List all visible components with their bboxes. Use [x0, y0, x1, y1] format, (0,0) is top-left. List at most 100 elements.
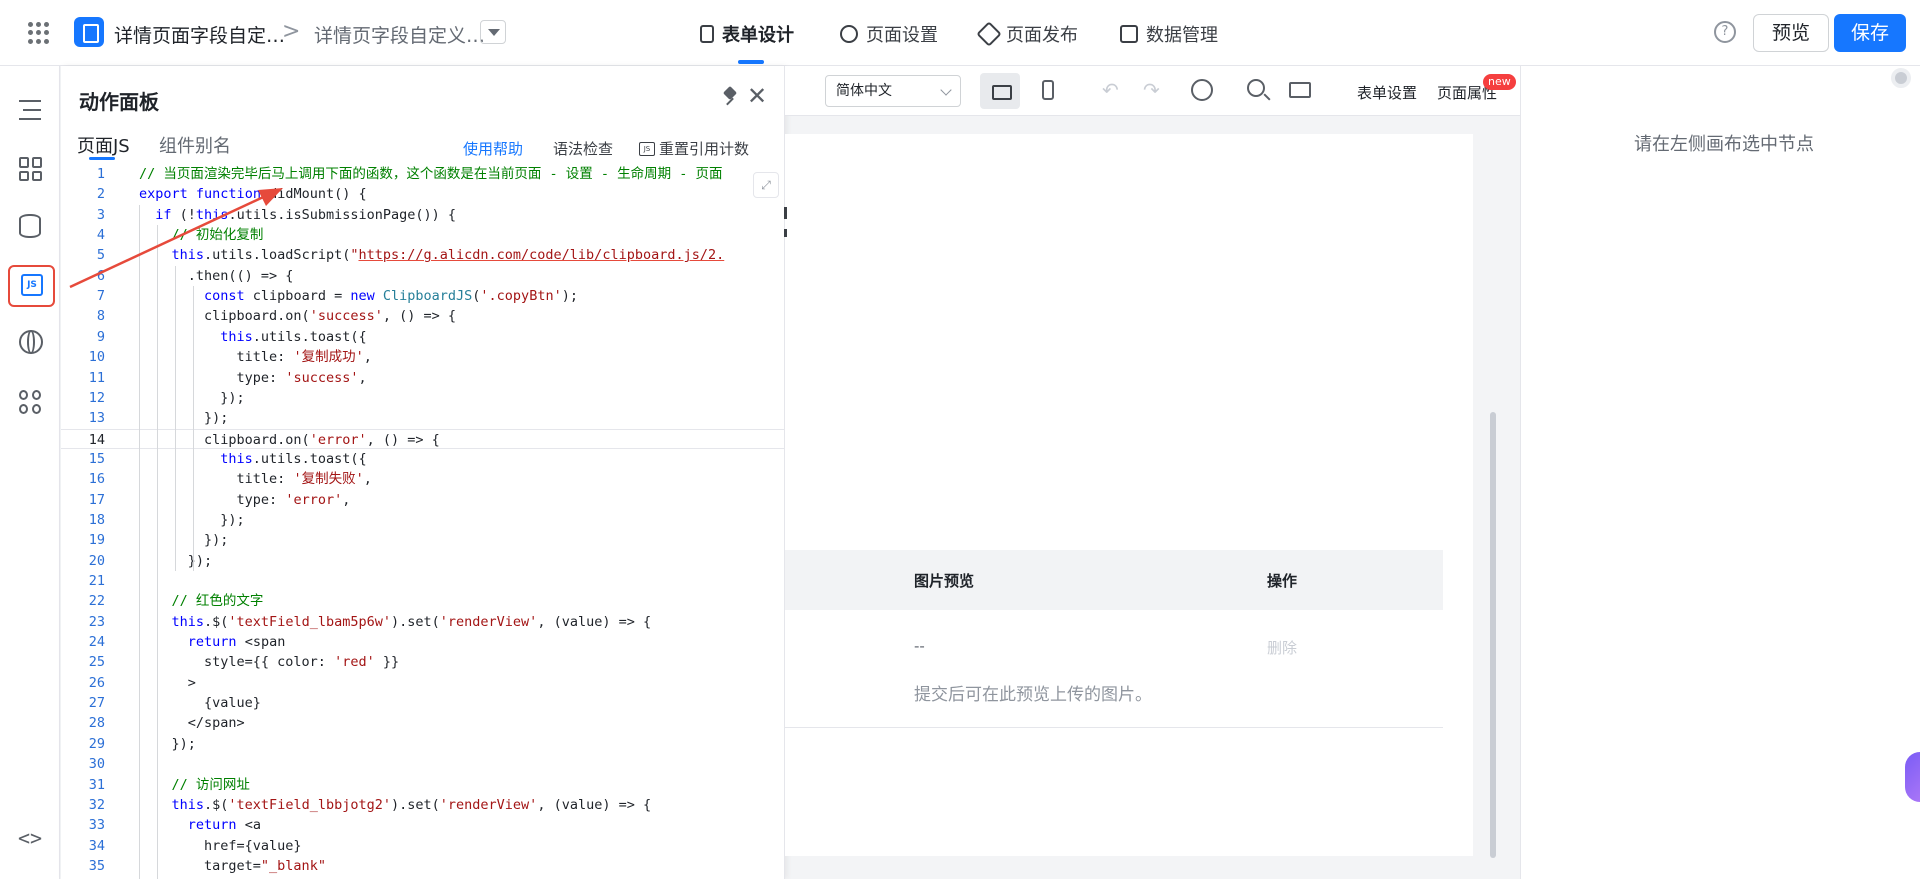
- tab-form-design[interactable]: 表单设计: [700, 21, 794, 47]
- line-number: 7: [96, 288, 105, 305]
- app-grid-icon[interactable]: [28, 22, 50, 44]
- line-number: 31: [88, 776, 105, 793]
- code-line[interactable]: 32 this.$('textField_lbbjotg2').set('ren…: [61, 795, 785, 815]
- history-icon[interactable]: [1191, 79, 1213, 101]
- code-line[interactable]: 34 href={value}: [61, 836, 785, 856]
- code-line[interactable]: 15 this.utils.toast({: [61, 449, 785, 469]
- line-number: 1: [96, 166, 105, 182]
- code-line[interactable]: 4 // 初始化复制: [61, 225, 785, 245]
- new-badge: new: [1483, 74, 1516, 90]
- clipped-text-fragment: [784, 229, 787, 237]
- code-line[interactable]: 28 </span>: [61, 713, 785, 733]
- code-text: target="_blank": [139, 857, 326, 874]
- code-line[interactable]: 24 return <span: [61, 632, 785, 652]
- code-line[interactable]: 12 });: [61, 388, 785, 408]
- code-line[interactable]: 9 this.utils.toast({: [61, 327, 785, 347]
- code-line[interactable]: 11 type: 'success',: [61, 368, 785, 388]
- floating-assistant-button[interactable]: [1905, 752, 1920, 802]
- tab-page-js[interactable]: 页面JS: [77, 132, 130, 158]
- breadcrumb-page[interactable]: 详情页字段自定义…: [314, 21, 485, 48]
- tab-component-alias[interactable]: 组件别名: [159, 132, 231, 158]
- code-text: >: [139, 674, 196, 691]
- line-number: 22: [88, 593, 105, 610]
- code-line[interactable]: 6 .then(() => {: [61, 266, 785, 286]
- code-text: const clipboard = new ClipboardJS('.copy…: [204, 288, 578, 305]
- code-line[interactable]: 21: [61, 571, 785, 591]
- form-settings-button[interactable]: 表单设置: [1357, 82, 1417, 103]
- usage-help-link[interactable]: 使用帮助: [463, 138, 523, 159]
- undo-icon[interactable]: ↶: [1102, 78, 1119, 102]
- code-line[interactable]: 8 clipboard.on('success', () => {: [61, 306, 785, 326]
- code-view-icon[interactable]: <>: [18, 826, 42, 850]
- form-canvas[interactable]: [785, 134, 1473, 856]
- code-line[interactable]: 14 clipboard.on('error', () => {: [61, 428, 785, 449]
- code-line[interactable]: 26 >: [61, 673, 785, 693]
- code-line[interactable]: 33 return <a: [61, 815, 785, 835]
- help-icon[interactable]: ?: [1714, 21, 1736, 43]
- save-button[interactable]: 保存: [1834, 14, 1906, 52]
- code-line[interactable]: 13 });: [61, 408, 785, 428]
- canvas-toolbar: 简体中文 ↶ ↷ 表单设置 页面属性 new: [785, 66, 1520, 116]
- line-number: 14: [88, 431, 105, 448]
- code-line[interactable]: 7 const clipboard = new ClipboardJS('.co…: [61, 286, 785, 306]
- tab-page-settings[interactable]: 页面设置: [840, 21, 938, 47]
- code-line[interactable]: 2 export function didMount() {: [61, 184, 785, 204]
- code-line[interactable]: 30: [61, 754, 785, 774]
- preview-button[interactable]: 预览: [1753, 14, 1829, 52]
- code-line[interactable]: 31 // 访问网址: [61, 775, 785, 795]
- outline-icon[interactable]: [19, 100, 41, 120]
- table-icon: [1120, 25, 1138, 43]
- reset-ref-count-button[interactable]: JS 重置引用计数: [639, 138, 749, 159]
- syntax-check-button[interactable]: 语法检查: [553, 138, 613, 159]
- code-line[interactable]: 25 style={{ color: 'red' }}: [61, 652, 785, 672]
- search-icon[interactable]: [1247, 79, 1265, 97]
- code-line[interactable]: 16 title: '复制失败',: [61, 469, 785, 489]
- redo-icon[interactable]: ↷: [1143, 78, 1160, 102]
- code-line[interactable]: 3 if (!this.utils.isSubmissionPage()) {: [61, 205, 785, 225]
- page-switch-dropdown[interactable]: [480, 20, 506, 44]
- code-text: .then(() => {: [139, 267, 294, 284]
- code-text: // 当页面渲染完毕后马上调用下面的函数，这个函数是在当前页面 - 设置 - 生…: [139, 166, 723, 182]
- line-number: 2: [96, 186, 105, 203]
- code-line[interactable]: 29 });: [61, 734, 785, 754]
- code-text: style={{ color: 'red' }}: [139, 654, 400, 671]
- indent-guide: [157, 225, 158, 879]
- code-line[interactable]: 5 this.utils.loadScript("https://g.alicd…: [61, 245, 785, 265]
- code-line[interactable]: 23 this.$('textField_lbam5p6w').set('ren…: [61, 612, 785, 632]
- tab-data-management[interactable]: 数据管理: [1120, 21, 1218, 47]
- desktop-view-icon[interactable]: [980, 73, 1020, 109]
- line-number: 33: [88, 817, 105, 834]
- pin-icon[interactable]: [723, 88, 737, 106]
- code-text: });: [139, 735, 196, 752]
- js-icon[interactable]: JS: [21, 274, 43, 296]
- panel-toggle-dot[interactable]: [1891, 68, 1911, 88]
- empty-selection-message: 请在左侧画布选中节点: [1634, 134, 1814, 155]
- close-icon[interactable]: ✕: [747, 82, 767, 110]
- datasource-icon[interactable]: [19, 214, 41, 238]
- code-line[interactable]: 35 target="_blank": [61, 856, 785, 876]
- breadcrumb-app[interactable]: 详情页面字段自定…: [114, 21, 285, 48]
- code-line[interactable]: 20 });: [61, 551, 785, 571]
- action-panel: 动作面板 ✕ 页面JS 组件别名 使用帮助 语法检查 JS 重置引用计数 1 //…: [61, 66, 785, 879]
- code-line[interactable]: 27 {value}: [61, 693, 785, 713]
- tab-page-publish[interactable]: 页面发布: [976, 21, 1078, 47]
- language-select[interactable]: 简体中文: [825, 75, 961, 107]
- code-line[interactable]: 17 type: 'error',: [61, 490, 785, 510]
- keyboard-icon[interactable]: [1289, 82, 1311, 98]
- canvas-scrollbar[interactable]: [1490, 412, 1496, 858]
- code-text: title: '复制失败',: [139, 471, 372, 488]
- code-line[interactable]: 22 // 红色的文字: [61, 591, 785, 611]
- code-line[interactable]: 19 });: [61, 530, 785, 550]
- line-number: 10: [88, 349, 105, 366]
- globe-icon[interactable]: [19, 330, 43, 354]
- expand-icon[interactable]: ⤢: [753, 172, 779, 198]
- code-line[interactable]: 1 // 当页面渲染完毕后马上调用下面的函数，这个函数是在当前页面 - 设置 - …: [61, 164, 785, 184]
- components-icon[interactable]: [19, 157, 43, 181]
- delete-button[interactable]: 删除: [1267, 637, 1297, 658]
- code-editor[interactable]: 1 // 当页面渲染完毕后马上调用下面的函数，这个函数是在当前页面 - 设置 - …: [61, 160, 785, 879]
- line-number: 9: [96, 328, 105, 345]
- code-line[interactable]: 10 title: '复制成功',: [61, 347, 785, 367]
- code-line[interactable]: 18 });: [61, 510, 785, 530]
- mobile-view-icon[interactable]: [1042, 80, 1054, 100]
- apps-icon[interactable]: [19, 390, 43, 414]
